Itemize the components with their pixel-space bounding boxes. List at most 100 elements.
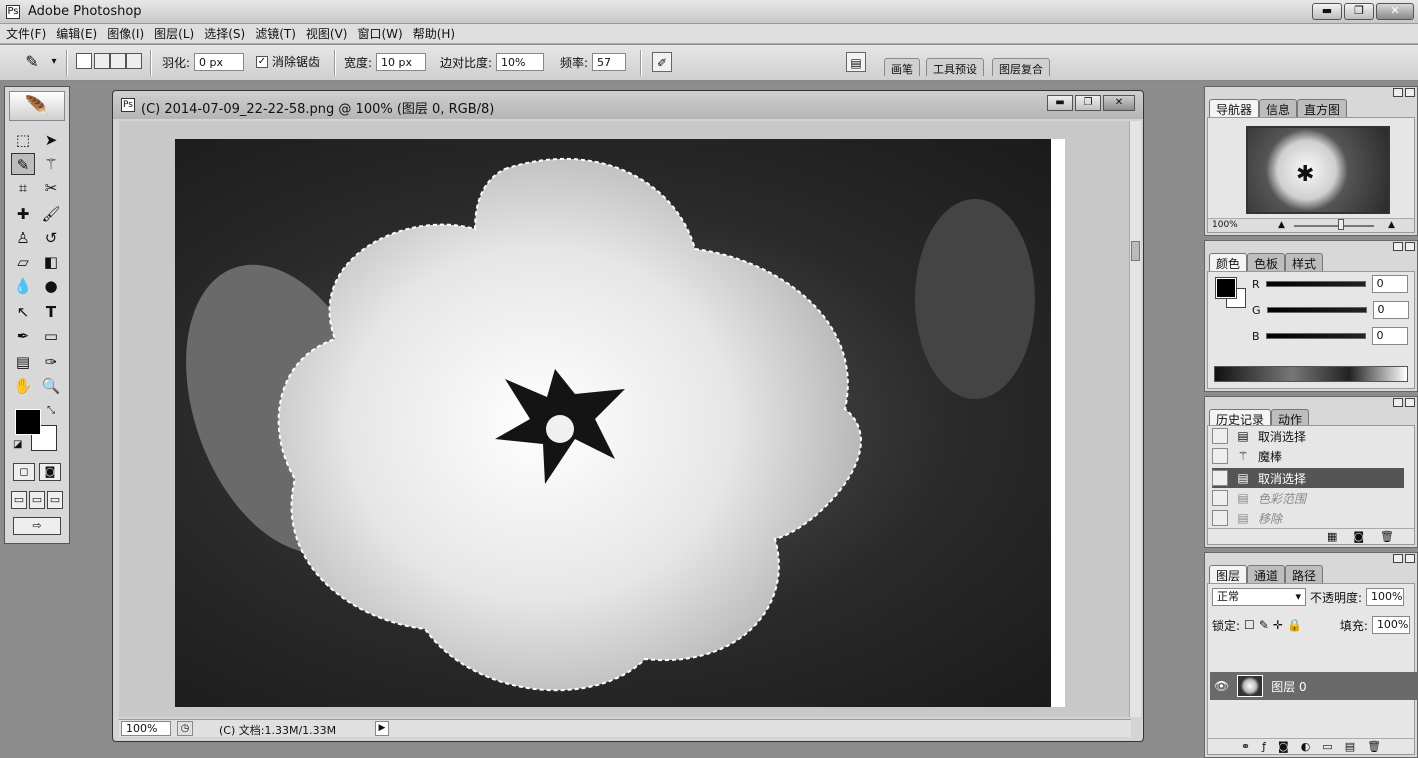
add-mask-icon[interactable]: ◙ <box>1278 739 1289 754</box>
menu-window[interactable]: 窗口(W) <box>357 25 402 42</box>
clone-stamp-tool-icon[interactable]: ♙ <box>11 227 35 249</box>
fill-input[interactable]: 100% <box>1371 616 1410 634</box>
subtract-selection-icon[interactable] <box>110 53 126 69</box>
menu-filter[interactable]: 滤镜(T) <box>255 25 296 42</box>
intersect-selection-icon[interactable] <box>126 53 142 69</box>
history-item[interactable]: ▤ 取消选择 <box>1212 426 1404 446</box>
tab-swatches[interactable]: 色板 <box>1247 253 1286 271</box>
vertical-scroll-thumb[interactable] <box>1131 241 1140 261</box>
navigator-thumbnail[interactable]: ✱ <box>1246 126 1390 214</box>
standard-mode-icon[interactable]: ◻ <box>13 463 35 481</box>
navigator-zoom-value[interactable]: 100% <box>1212 220 1238 230</box>
antialias-checkbox[interactable]: ✓ <box>256 55 268 68</box>
tab-channels[interactable]: 通道 <box>1247 565 1286 583</box>
palette-minimize-icon[interactable] <box>1393 242 1403 251</box>
color-spectrum-bar[interactable] <box>1214 366 1408 382</box>
tab-layers[interactable]: 图层 <box>1209 565 1248 583</box>
dodge-tool-icon[interactable]: ● <box>39 275 63 297</box>
notes-tool-icon[interactable]: ▤ <box>11 351 35 373</box>
move-tool-icon[interactable]: ➤ <box>39 129 63 151</box>
file-browser-icon[interactable]: ▤ <box>846 52 866 72</box>
flower-photo[interactable] <box>175 139 1065 707</box>
add-selection-icon[interactable] <box>94 53 110 69</box>
zoom-tool-icon[interactable]: 🔍 <box>39 375 63 397</box>
layer-style-icon[interactable]: ƒ <box>1262 739 1266 754</box>
doc-close-button[interactable]: ✕ <box>1103 95 1135 111</box>
standard-screen-mode-icon[interactable]: ▭ <box>11 491 27 509</box>
edge-contrast-input[interactable]: 10% <box>496 53 545 71</box>
eyedropper-tool-icon[interactable]: ✑ <box>39 351 63 373</box>
adjustment-layer-icon[interactable]: ◐ <box>1301 739 1311 754</box>
preset-dropdown-arrow-icon[interactable]: ▾ <box>44 52 64 72</box>
palette-close-icon[interactable] <box>1405 242 1415 251</box>
restore-button[interactable]: ❐ <box>1344 3 1374 20</box>
color-fg-swatch[interactable] <box>1215 277 1237 299</box>
crop-tool-icon[interactable]: ⌗ <box>11 177 35 199</box>
path-selection-tool-icon[interactable]: ↖ <box>11 301 35 323</box>
opacity-input[interactable]: 100% <box>1366 588 1405 606</box>
tab-color[interactable]: 颜色 <box>1209 253 1248 271</box>
vertical-scrollbar[interactable] <box>1129 121 1141 717</box>
frequency-input[interactable]: 57 <box>592 53 627 71</box>
doc-restore-button[interactable]: ❐ <box>1075 95 1101 111</box>
channel-b-input[interactable]: 0 <box>1371 327 1408 345</box>
tab-styles[interactable]: 样式 <box>1285 253 1324 271</box>
default-colors-icon[interactable]: ◪ <box>13 439 22 450</box>
palette-minimize-icon[interactable] <box>1393 398 1403 407</box>
pen-tool-icon[interactable]: ✒ <box>11 325 35 347</box>
delete-layer-icon[interactable]: 🗑 <box>1367 739 1381 754</box>
history-item[interactable]: ▤ 移除 <box>1212 508 1404 528</box>
palette-close-icon[interactable] <box>1405 398 1415 407</box>
lock-position-icon[interactable]: ✛ <box>1273 618 1283 632</box>
width-input[interactable]: 10 px <box>376 53 427 71</box>
menu-edit[interactable]: 编辑(E) <box>56 25 97 42</box>
minimize-button[interactable]: ▬ <box>1312 3 1342 20</box>
slice-tool-icon[interactable]: ✂ <box>39 177 63 199</box>
gradient-tool-icon[interactable]: ◧ <box>39 251 63 273</box>
shape-tool-icon[interactable]: ▭ <box>39 325 63 347</box>
type-tool-icon[interactable]: T <box>39 301 63 323</box>
swap-colors-icon[interactable]: ⤡ <box>47 405 55 416</box>
zoom-out-icon[interactable]: ▲ <box>1278 220 1285 230</box>
doc-minimize-button[interactable]: ▬ <box>1047 95 1073 111</box>
lock-transparency-icon[interactable]: ☐ <box>1244 618 1255 632</box>
zoom-field[interactable]: 100% <box>121 721 171 736</box>
lock-pixels-icon[interactable]: ✎ <box>1259 618 1269 632</box>
layer-row[interactable]: 👁 图层 0 <box>1210 672 1418 700</box>
zoom-slider[interactable] <box>1338 219 1344 230</box>
new-layer-icon[interactable]: ▤ <box>1345 739 1355 754</box>
lock-all-icon[interactable]: 🔒 <box>1287 618 1302 632</box>
eraser-tool-icon[interactable]: ▱ <box>11 251 35 273</box>
palette-minimize-icon[interactable] <box>1393 554 1403 563</box>
palette-well-layer-comps[interactable]: 图层复合 <box>992 58 1050 76</box>
delete-state-icon[interactable]: 🗑 <box>1380 529 1394 544</box>
new-snapshot-icon[interactable]: ◙ <box>1353 529 1364 544</box>
channel-g-input[interactable]: 0 <box>1372 301 1409 319</box>
quick-mask-mode-icon[interactable]: ◙ <box>39 463 61 481</box>
menu-view[interactable]: 视图(V) <box>306 25 348 42</box>
menu-file[interactable]: 文件(F) <box>6 25 46 42</box>
tab-histogram[interactable]: 直方图 <box>1297 99 1348 117</box>
blend-mode-select[interactable]: 正常 ▾ <box>1212 588 1306 606</box>
status-info-icon[interactable]: ◷ <box>177 721 193 736</box>
palette-close-icon[interactable] <box>1405 554 1415 563</box>
feather-input[interactable]: 0 px <box>194 53 245 71</box>
pen-pressure-icon[interactable]: ✐ <box>652 52 672 72</box>
palette-minimize-icon[interactable] <box>1393 88 1403 97</box>
channel-r-input[interactable]: 0 <box>1371 275 1408 293</box>
palette-well-brushes[interactable]: 画笔 <box>884 58 920 76</box>
history-snapshot-box[interactable] <box>1212 470 1228 486</box>
full-screen-menu-mode-icon[interactable]: ▭ <box>29 491 45 509</box>
magnetic-lasso-preset-icon[interactable]: ✎ <box>22 52 42 72</box>
new-selection-icon[interactable] <box>76 53 92 69</box>
document-title-bar[interactable]: Ps (C) 2014-07-09_22-22-58.png @ 100% (图… <box>113 91 1143 119</box>
tab-info[interactable]: 信息 <box>1259 99 1298 117</box>
jump-to-imageready-icon[interactable]: ⇨ <box>13 517 61 535</box>
canvas-area[interactable] <box>119 121 1131 717</box>
foreground-color-swatch[interactable] <box>15 409 41 435</box>
history-snapshot-box[interactable] <box>1212 428 1228 444</box>
palette-well-tool-presets[interactable]: 工具预设 <box>926 58 984 76</box>
marquee-tool-icon[interactable]: ⬚ <box>11 129 35 151</box>
channel-b-slider[interactable] <box>1265 333 1366 339</box>
healing-brush-tool-icon[interactable]: ✚ <box>11 203 35 225</box>
